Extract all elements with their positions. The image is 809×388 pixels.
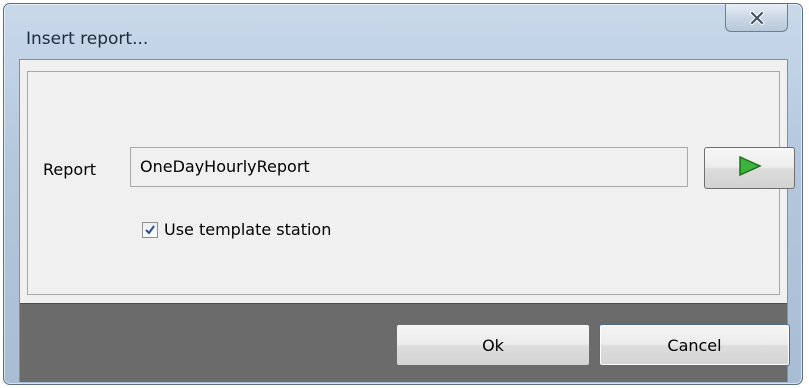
form-panel: Report OneDayHourlyReport Use template s…	[27, 71, 795, 295]
button-bar: Ok Cancel	[20, 303, 790, 382]
checkmark-icon	[144, 221, 156, 240]
use-template-label[interactable]: Use template station	[164, 220, 331, 239]
dialog-body: Report OneDayHourlyReport Use template s…	[19, 59, 795, 382]
cancel-button[interactable]: Cancel	[599, 324, 790, 366]
close-icon	[749, 10, 765, 25]
close-button[interactable]	[725, 4, 788, 32]
report-field[interactable]: OneDayHourlyReport	[130, 147, 688, 187]
play-icon	[737, 155, 763, 181]
ok-button[interactable]: Ok	[396, 324, 590, 366]
window-title: Insert report...	[26, 29, 149, 49]
report-label: Report	[43, 160, 97, 179]
insert-report-dialog: Insert report... Report OneDayHourlyRepo…	[3, 3, 803, 385]
use-template-checkbox[interactable]	[142, 222, 158, 238]
title-bar[interactable]: Insert report...	[4, 4, 802, 60]
run-report-button[interactable]	[704, 147, 795, 189]
